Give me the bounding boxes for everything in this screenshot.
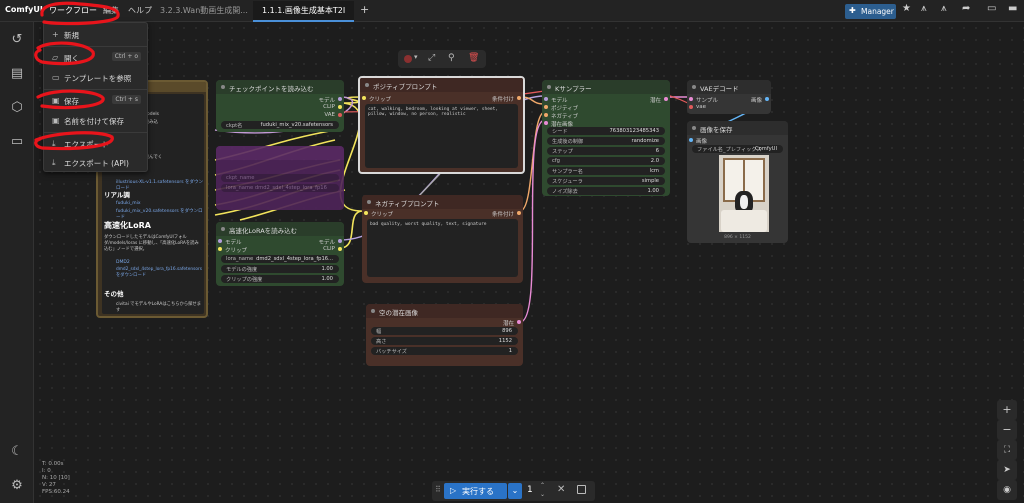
run-label: 実行する [462, 487, 494, 496]
stat-time: T: 0.00s [42, 461, 64, 467]
stat-fps: FPS:60.24 [42, 489, 70, 495]
pointer-mode-icon[interactable]: ➤ [997, 460, 1017, 480]
run-mode-chevron-icon[interactable]: ⌄ [508, 483, 522, 499]
fit-view-icon[interactable]: ⛶ [997, 440, 1017, 460]
zoom-out-icon[interactable]: − [997, 420, 1017, 440]
render-stats: T: 0.00s I: 0 N: 10 [10] V: 27 FPS:60.24 [42, 461, 70, 496]
zoom-in-icon[interactable]: + [997, 400, 1017, 420]
stat-i: I: 0 [42, 468, 51, 474]
stop-icon[interactable] [577, 485, 586, 494]
drag-handle-icon[interactable]: ⠿ [435, 485, 441, 494]
decrement-icon[interactable]: ⌄ [540, 491, 545, 498]
cancel-icon[interactable]: ✕ [557, 484, 565, 495]
run-button[interactable]: ▷ 実行する [444, 483, 507, 499]
red-annotation-marks [34, 1, 120, 151]
batch-count-input[interactable]: 1 [527, 485, 533, 495]
increment-icon[interactable]: ⌃ [540, 482, 545, 489]
toggle-links-icon[interactable]: ◉ [997, 480, 1017, 500]
run-toolbar: ⠿ ▷ 実行する ⌄ 1 ⌃ ⌄ ✕ [432, 481, 595, 501]
stat-nodes: N: 10 [10] [42, 475, 70, 481]
play-icon: ▷ [450, 486, 457, 495]
stat-v: V: 27 [42, 482, 56, 488]
